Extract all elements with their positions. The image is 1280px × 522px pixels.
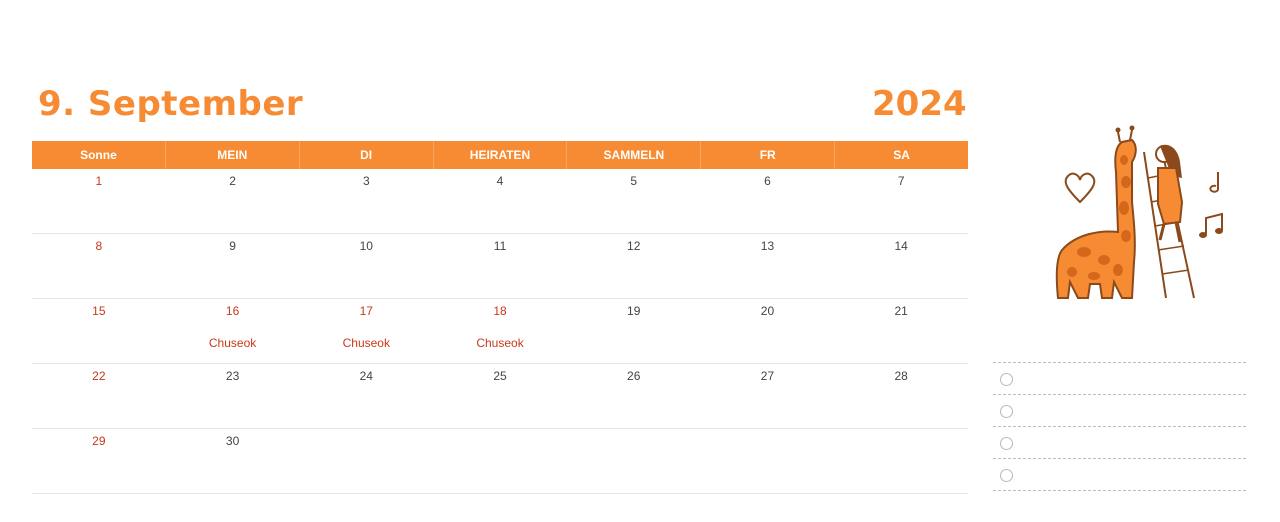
day-number: 11 <box>493 239 507 253</box>
calendar-grid: Sonne MEIN DI HEIRATEN SAMMELN FR SA 123… <box>32 141 968 494</box>
weekday-label: MEIN <box>166 141 300 169</box>
day-number: 5 <box>630 174 638 188</box>
weekday-label: FR <box>701 141 836 169</box>
day-number: 28 <box>894 369 908 383</box>
day-number: 8 <box>95 239 103 253</box>
day-cell[interactable]: 1 <box>32 169 166 233</box>
day-number: 1 <box>95 174 103 188</box>
day-cell[interactable]: 11 <box>433 234 567 298</box>
day-cell[interactable]: 23 <box>166 364 300 428</box>
month-title: 9. September <box>38 84 304 124</box>
weeks-container: 1 2 3 4 5 6 7 8 9 10 11 12 13 14 15 16 Chuseok 17 Chuseok 1… <box>32 169 968 494</box>
day-cell[interactable]: 19 <box>567 299 701 363</box>
day-cell[interactable]: 8 <box>32 234 166 298</box>
day-number: 7 <box>897 174 905 188</box>
day-cell[interactable]: 27 <box>701 364 835 428</box>
day-cell[interactable]: 24 <box>299 364 433 428</box>
todo-item[interactable] <box>993 458 1246 491</box>
holiday-label: Chuseok <box>208 336 257 350</box>
todo-item[interactable] <box>993 362 1246 394</box>
week-row: 8 9 10 11 12 13 14 <box>32 234 968 299</box>
day-number: 21 <box>894 304 908 318</box>
day-cell[interactable]: 5 <box>567 169 701 233</box>
todo-list <box>993 362 1246 491</box>
day-cell[interactable]: 15 <box>32 299 166 363</box>
week-row: 15 16 Chuseok 17 Chuseok 18 Chuseok 19 20 21 <box>32 299 968 364</box>
day-cell[interactable]: 9 <box>166 234 300 298</box>
weekday-label: Sonne <box>32 141 166 169</box>
day-cell[interactable]: 10 <box>299 234 433 298</box>
day-number: 18 <box>493 304 507 318</box>
day-cell[interactable]: 18 Chuseok <box>433 299 567 363</box>
day-cell <box>299 429 433 493</box>
day-cell[interactable]: 2 <box>166 169 300 233</box>
holiday-label: Chuseok <box>476 336 524 350</box>
checkbox-icon[interactable] <box>1000 469 1013 482</box>
day-number: 22 <box>92 369 106 383</box>
day-number: 24 <box>359 369 373 383</box>
weekday-label: SA <box>893 148 910 162</box>
day-cell[interactable]: 20 <box>701 299 835 363</box>
weekday-label: HEIRATEN <box>434 141 568 169</box>
day-cell[interactable]: 7 <box>834 169 968 233</box>
day-number: 30 <box>225 434 240 448</box>
week-row: 1 2 3 4 5 6 7 <box>32 169 968 234</box>
day-cell[interactable]: 30 <box>166 429 300 493</box>
day-cell[interactable]: 28 <box>834 364 968 428</box>
day-cell[interactable]: 25 <box>433 364 567 428</box>
day-number: 29 <box>92 434 106 448</box>
weekday-label: DI <box>300 141 434 169</box>
day-number: 27 <box>760 369 775 383</box>
week-row: 29 30 <box>32 429 968 494</box>
year-title: 2024 <box>872 84 967 124</box>
day-cell[interactable]: 6 <box>701 169 835 233</box>
day-cell[interactable]: 3 <box>299 169 433 233</box>
day-number: 4 <box>496 174 504 188</box>
weekday-label: SAMMELN <box>567 141 702 169</box>
day-number: 23 <box>225 369 240 383</box>
day-cell[interactable]: 22 <box>32 364 166 428</box>
day-cell[interactable]: 21 <box>834 299 968 363</box>
holiday-label: Chuseok <box>342 336 390 350</box>
day-cell[interactable]: 29 <box>32 429 166 493</box>
day-number: 20 <box>760 304 775 318</box>
day-cell[interactable]: 26 <box>567 364 701 428</box>
giraffe-illustration <box>1055 125 1223 299</box>
day-cell[interactable]: 14 <box>834 234 968 298</box>
day-cell <box>433 429 567 493</box>
weekday-header: Sonne MEIN DI HEIRATEN SAMMELN FR SA <box>32 141 968 169</box>
day-number: 19 <box>627 304 641 318</box>
todo-item[interactable] <box>993 426 1246 458</box>
day-cell <box>834 429 968 493</box>
day-number: 2 <box>229 174 236 188</box>
day-number: 9 <box>229 239 236 253</box>
day-cell[interactable]: 4 <box>433 169 567 233</box>
day-number: 13 <box>760 239 775 253</box>
day-number: 14 <box>894 239 908 253</box>
checkbox-icon[interactable] <box>1000 373 1013 386</box>
day-number: 26 <box>627 369 641 383</box>
day-number: 16 <box>225 304 240 318</box>
checkbox-icon[interactable] <box>1000 437 1013 450</box>
day-cell[interactable]: 16 Chuseok <box>166 299 300 363</box>
checkbox-icon[interactable] <box>1000 405 1013 418</box>
week-row: 22 23 24 25 26 27 28 <box>32 364 968 429</box>
day-cell <box>567 429 701 493</box>
day-cell <box>701 429 835 493</box>
day-number: 12 <box>627 239 641 253</box>
todo-item[interactable] <box>993 394 1246 426</box>
day-number: 3 <box>362 174 370 188</box>
day-cell[interactable]: 12 <box>567 234 701 298</box>
day-number: 6 <box>764 174 771 188</box>
day-cell[interactable]: 13 <box>701 234 835 298</box>
day-number: 25 <box>493 369 507 383</box>
day-number: 15 <box>92 304 106 318</box>
day-number: 10 <box>359 239 373 253</box>
day-cell[interactable]: 17 Chuseok <box>299 299 433 363</box>
day-number: 17 <box>359 304 373 318</box>
